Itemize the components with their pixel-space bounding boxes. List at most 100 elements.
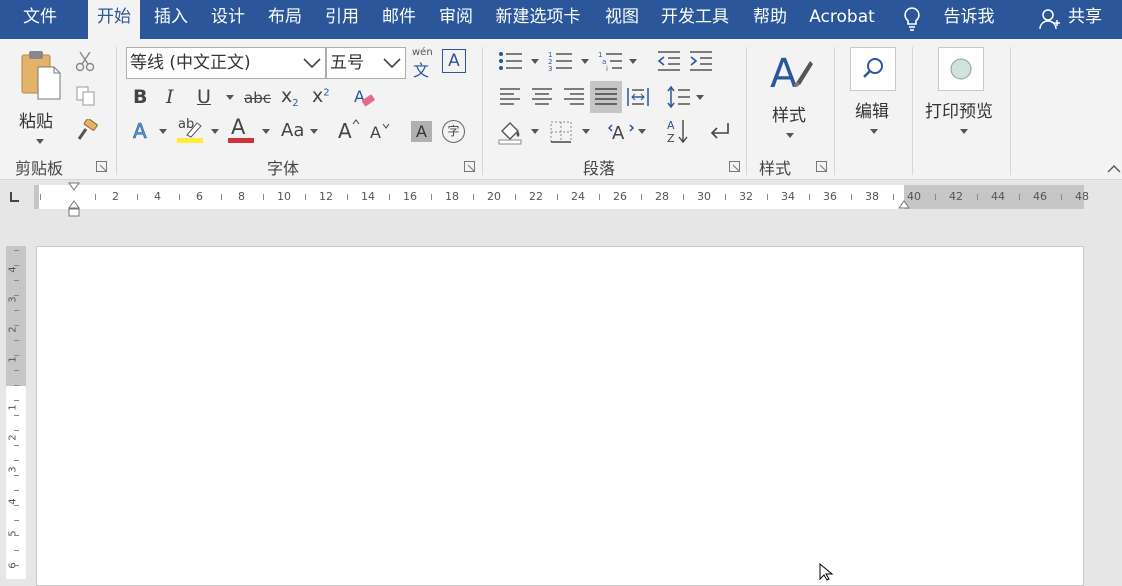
tab-design[interactable]: 设计 <box>202 0 254 37</box>
superscript-button[interactable]: x2 <box>312 85 336 111</box>
print-preview-dropdown-icon[interactable] <box>960 129 968 134</box>
chinese-layout-icon[interactable]: A <box>607 119 636 145</box>
font-color-dropdown-icon[interactable] <box>262 129 270 134</box>
cut-icon[interactable] <box>74 50 96 72</box>
font-launcher-icon[interactable] <box>464 161 475 172</box>
editing-button[interactable]: 编辑 <box>845 45 901 145</box>
clipboard-launcher-icon[interactable] <box>96 161 107 172</box>
hanging-indent-marker[interactable] <box>68 200 80 218</box>
align-left-icon[interactable] <box>498 85 522 109</box>
ruler-tick <box>599 194 600 200</box>
first-line-indent-marker[interactable] <box>68 182 80 192</box>
line-spacing-dropdown-icon[interactable] <box>696 95 704 100</box>
underline-button[interactable]: U <box>197 85 211 109</box>
align-center-icon[interactable] <box>530 85 554 109</box>
paste-dropdown-icon[interactable] <box>36 139 44 144</box>
numbering-dropdown-icon[interactable] <box>581 59 589 64</box>
change-case-button[interactable]: Aa <box>281 119 304 143</box>
sort-icon[interactable]: AZ <box>666 117 690 145</box>
phonetic-guide-button[interactable]: wén 文 <box>410 47 436 80</box>
ruler-number: 24 <box>571 190 585 203</box>
chinese-layout-dropdown-icon[interactable] <box>638 129 646 134</box>
shading-icon[interactable] <box>498 119 524 145</box>
horizontal-ruler[interactable]: 2 4 6 8 10 12 14 16 18 20 22 24 26 28 30 32 34 36 38 40 42 44… <box>34 182 1089 217</box>
share-button[interactable]: 共享 <box>1036 0 1118 37</box>
bullets-icon[interactable] <box>498 50 524 72</box>
styles-launcher-icon[interactable] <box>816 161 827 172</box>
paste-button[interactable]: 粘贴 <box>14 49 64 144</box>
clear-formatting-icon[interactable]: A <box>352 85 378 111</box>
chevron-down-icon <box>303 58 321 69</box>
paragraph-launcher-icon[interactable] <box>729 161 740 172</box>
tab-selector[interactable] <box>0 181 29 209</box>
multilevel-list-icon[interactable]: 1ai <box>598 50 624 73</box>
decrease-indent-icon[interactable] <box>656 50 682 72</box>
tab-help[interactable]: 帮助 <box>744 0 796 37</box>
mouse-cursor-icon <box>819 563 834 581</box>
group-separator <box>912 47 913 175</box>
strikethrough-button[interactable]: abc <box>244 86 271 110</box>
align-right-icon[interactable] <box>562 85 586 109</box>
increase-indent-icon[interactable] <box>688 50 714 72</box>
bullets-dropdown-icon[interactable] <box>531 59 539 64</box>
caret-down-icon <box>382 123 390 129</box>
highlight-button[interactable]: ab <box>177 117 205 145</box>
collapse-ribbon-icon[interactable] <box>1107 164 1121 174</box>
tab-references[interactable]: 引用 <box>316 0 368 37</box>
font-size-select[interactable]: 五号 <box>326 47 406 79</box>
document-page[interactable] <box>36 246 1084 586</box>
subscript-button[interactable]: x2 <box>281 85 305 111</box>
char-shading-button[interactable]: A <box>411 121 432 142</box>
tab-view[interactable]: 视图 <box>596 0 648 37</box>
multilevel-dropdown-icon[interactable] <box>629 59 637 64</box>
tab-review[interactable]: 审阅 <box>430 0 482 37</box>
show-marks-icon[interactable] <box>706 119 732 143</box>
ruler-tick <box>221 194 222 200</box>
enclose-char-button[interactable]: 字 <box>442 120 465 143</box>
tab-file[interactable]: 文件 <box>14 0 66 37</box>
print-preview-button[interactable]: 打印预览 <box>922 45 1004 145</box>
tab-insert[interactable]: 插入 <box>145 0 197 37</box>
ruler-tick <box>683 194 684 200</box>
shrink-font-button[interactable]: A <box>370 123 392 147</box>
font-name-select[interactable]: 等线 (中文正文) <box>126 47 326 79</box>
ruler-tick <box>14 310 19 311</box>
tab-acrobat[interactable]: Acrobat <box>802 0 882 37</box>
ruler-tick <box>305 194 306 200</box>
line-spacing-icon[interactable] <box>666 85 692 109</box>
ruler-tick <box>809 194 810 200</box>
tab-mailings[interactable]: 邮件 <box>373 0 425 37</box>
tab-layout[interactable]: 布局 <box>259 0 311 37</box>
lightbulb-icon[interactable] <box>900 5 924 33</box>
font-color-button[interactable]: A <box>228 115 256 145</box>
shading-dropdown-icon[interactable] <box>531 129 539 134</box>
text-effects-button[interactable]: A <box>133 119 147 144</box>
ruler-tick <box>14 430 19 431</box>
ruler-tick <box>14 370 19 371</box>
editing-dropdown-icon[interactable] <box>870 129 878 134</box>
char-border-button[interactable]: A <box>442 49 466 73</box>
font-color-bar <box>228 138 254 143</box>
tab-developer[interactable]: 开发工具 <box>653 0 737 37</box>
numbering-icon[interactable]: 123 <box>548 50 574 73</box>
underline-dropdown-icon[interactable] <box>226 95 234 100</box>
tab-new-tab[interactable]: 新建选项卡 <box>487 0 589 37</box>
copy-icon[interactable] <box>75 85 97 107</box>
change-case-dropdown-icon[interactable] <box>310 129 318 134</box>
ruler-tick <box>14 445 19 446</box>
borders-dropdown-icon[interactable] <box>582 129 590 134</box>
format-painter-icon[interactable] <box>75 117 99 143</box>
styles-dropdown-icon[interactable] <box>786 133 794 138</box>
tab-home[interactable]: 开始 <box>88 0 140 39</box>
styles-button[interactable]: A 样式 <box>762 47 818 147</box>
bold-button[interactable]: B <box>133 85 147 109</box>
grow-font-button[interactable]: A <box>338 119 360 145</box>
text-effects-dropdown-icon[interactable] <box>159 129 167 134</box>
distributed-icon[interactable] <box>626 85 650 109</box>
tell-me-search[interactable]: 告诉我 <box>936 0 1002 37</box>
justify-icon[interactable] <box>590 81 622 113</box>
borders-icon[interactable] <box>548 119 574 145</box>
vertical-ruler[interactable]: 4321123456 <box>6 246 26 579</box>
highlight-dropdown-icon[interactable] <box>211 129 219 134</box>
italic-button[interactable]: I <box>166 85 174 109</box>
